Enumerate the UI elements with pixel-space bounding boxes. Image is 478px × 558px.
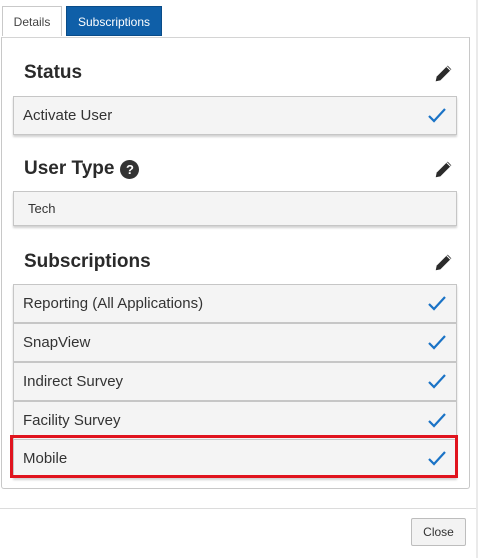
checkmark-icon bbox=[428, 335, 446, 350]
checkmark-icon bbox=[428, 296, 446, 311]
status-heading: Status bbox=[24, 60, 82, 86]
subscriptions-heading: Subscriptions bbox=[24, 249, 151, 275]
subscription-label: Reporting (All Applications) bbox=[23, 295, 204, 312]
status-row[interactable]: Activate User bbox=[13, 96, 457, 135]
status-value: Activate User bbox=[23, 107, 113, 124]
close-button[interactable]: Close bbox=[411, 518, 466, 546]
subscription-label: Indirect Survey bbox=[23, 373, 124, 390]
subscription-label: Mobile bbox=[23, 450, 68, 467]
status-edit-pencil-icon[interactable] bbox=[433, 62, 455, 84]
subscription-item-snapview[interactable]: SnapView bbox=[13, 323, 457, 362]
user-type-edit-pencil-icon[interactable] bbox=[433, 158, 455, 180]
user-type-row[interactable]: Tech bbox=[13, 191, 457, 226]
subscription-item-indirect-survey[interactable]: Indirect Survey bbox=[13, 362, 457, 401]
checkmark-icon bbox=[428, 451, 446, 466]
footer-divider bbox=[0, 508, 478, 509]
tab-details[interactable]: Details bbox=[2, 6, 62, 36]
status-checkmark-icon bbox=[428, 108, 446, 123]
subscription-item-facility-survey[interactable]: Facility Survey bbox=[13, 401, 457, 440]
user-type-value: Tech bbox=[28, 201, 56, 216]
subscriptions-edit-pencil-icon[interactable] bbox=[433, 251, 455, 273]
subscription-item-reporting[interactable]: Reporting (All Applications) bbox=[13, 284, 457, 323]
subscription-item-mobile[interactable]: Mobile bbox=[13, 439, 457, 478]
user-type-heading: User Type ? bbox=[24, 156, 140, 182]
user-type-title: User Type bbox=[24, 158, 115, 179]
subscription-label: SnapView bbox=[23, 334, 91, 351]
checkmark-icon bbox=[428, 374, 446, 389]
help-question-icon[interactable]: ? bbox=[120, 159, 140, 179]
tab-bar: Details Subscriptions bbox=[0, 6, 470, 38]
status-title: Status bbox=[24, 62, 83, 83]
subscription-label: Facility Survey bbox=[23, 412, 121, 429]
subscriptions-panel: Status Activate User User Type ? Tech Su… bbox=[1, 37, 470, 489]
tab-subscriptions[interactable]: Subscriptions bbox=[66, 6, 162, 36]
checkmark-icon bbox=[428, 413, 446, 428]
subscriptions-title: Subscriptions bbox=[24, 251, 151, 272]
